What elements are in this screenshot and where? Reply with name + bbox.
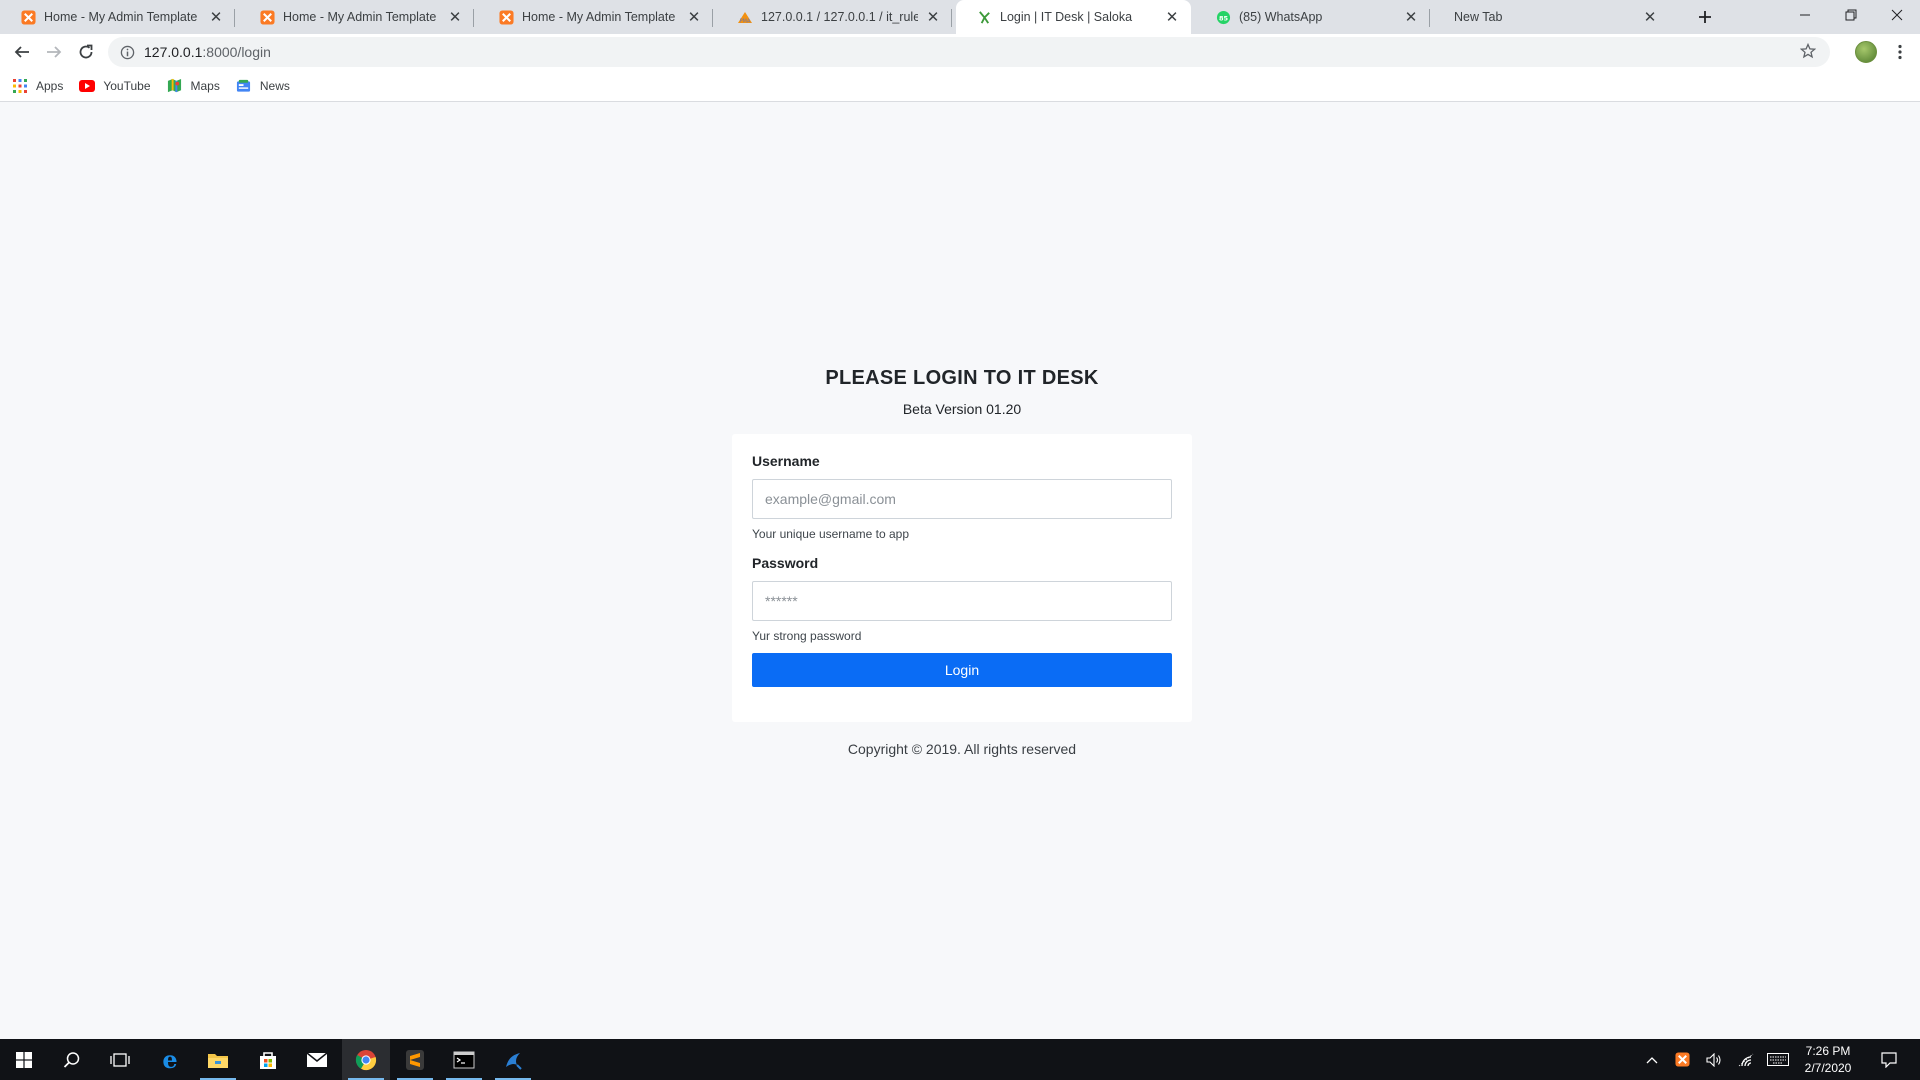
tab-title: Home - My Admin Template — [44, 10, 198, 24]
windows-start-icon[interactable] — [0, 1039, 48, 1080]
browser-tab-active[interactable]: Login | IT Desk | Saloka ✕ — [956, 0, 1191, 34]
browser-tab[interactable]: Home - My Admin Template ✕ — [478, 0, 713, 34]
back-arrow-icon — [14, 46, 29, 58]
tab-title: New Tab — [1454, 10, 1503, 24]
browser-tab-strip: Home - My Admin Template ✕ Home - My Adm… — [0, 0, 1920, 34]
task-view-icon[interactable] — [96, 1039, 144, 1080]
close-icon[interactable]: ✕ — [446, 8, 464, 26]
svg-text:e: e — [162, 1049, 177, 1071]
edge-icon[interactable]: e — [146, 1039, 194, 1080]
tab-title: 127.0.0.1 / 127.0.0.1 / it_rule / use — [761, 10, 918, 24]
wifi-icon[interactable] — [1734, 1039, 1758, 1080]
notifications-icon[interactable] — [1872, 1039, 1906, 1080]
username-label: Username — [752, 453, 820, 469]
xampp-icon — [20, 9, 36, 25]
mail-icon[interactable] — [293, 1039, 341, 1080]
svg-text:85: 85 — [1218, 14, 1228, 22]
bookmark-label: YouTube — [103, 78, 151, 93]
close-icon[interactable]: ✕ — [1163, 8, 1181, 26]
username-help-text: Your unique username to app — [752, 527, 910, 541]
bookmark-apps[interactable]: Apps — [12, 74, 63, 98]
password-label: Password — [752, 555, 819, 571]
browser-tab[interactable]: 85 (85) WhatsApp ✕ — [1195, 0, 1430, 34]
browser-tab[interactable]: Home - My Admin Template ✕ — [0, 0, 235, 34]
keyboard-icon[interactable] — [1764, 1039, 1792, 1080]
bookmark-maps[interactable]: Maps — [167, 74, 220, 98]
browser-toolbar: 127.0.0.1:8000/login — [0, 34, 1920, 70]
address-bar[interactable]: 127.0.0.1:8000/login — [108, 37, 1830, 67]
login-button[interactable]: Login — [752, 653, 1172, 687]
bookmarks-bar: Apps YouTube Maps News — [0, 70, 1920, 102]
bookmark-label: Maps — [190, 78, 220, 93]
close-icon[interactable]: ✕ — [207, 8, 225, 26]
url-host: 127.0.0.1 — [144, 44, 203, 60]
close-icon[interactable]: ✕ — [685, 8, 703, 26]
phpmyadmin-icon: PMA — [737, 9, 753, 25]
browser-tab[interactable]: New Tab ✕ — [1434, 0, 1669, 34]
url-path: :8000/login — [202, 44, 271, 60]
menu-kebab-icon[interactable] — [1888, 40, 1912, 64]
volume-icon[interactable] — [1702, 1039, 1726, 1080]
bookmark-label: Apps — [36, 78, 64, 93]
store-icon[interactable] — [244, 1039, 292, 1080]
close-icon[interactable]: ✕ — [924, 8, 942, 26]
taskbar-clock[interactable]: 7:26 PM 2/7/2020 — [1790, 1043, 1866, 1077]
terminal-icon[interactable] — [440, 1039, 488, 1080]
tray-overflow-icon[interactable] — [1640, 1039, 1664, 1080]
window-close-icon[interactable] — [1874, 0, 1920, 30]
password-help-text: Yur strong password — [752, 629, 862, 643]
username-input[interactable] — [752, 479, 1172, 519]
reload-button[interactable] — [72, 38, 100, 66]
browser-tab[interactable]: PMA 127.0.0.1 / 127.0.0.1 / it_rule / us… — [717, 0, 952, 34]
news-icon — [236, 78, 252, 94]
tab-title: (85) WhatsApp — [1239, 10, 1323, 24]
xampp-tray-icon[interactable] — [1670, 1039, 1694, 1080]
whatsapp-icon: 85 — [1215, 9, 1231, 25]
forward-button[interactable] — [40, 38, 68, 66]
youtube-icon — [79, 78, 96, 94]
file-explorer-icon[interactable] — [194, 1039, 242, 1080]
xampp-icon — [259, 9, 275, 25]
svg-text:PMA: PMA — [740, 19, 751, 25]
back-button[interactable] — [8, 38, 36, 66]
apps-grid-icon — [12, 78, 28, 94]
mysql-workbench-icon[interactable] — [489, 1039, 537, 1080]
profile-avatar[interactable] — [1855, 41, 1877, 63]
reload-icon — [79, 44, 93, 59]
version-subtitle: Beta Version 01.20 — [902, 401, 1022, 417]
sublime-text-icon[interactable] — [391, 1039, 439, 1080]
close-icon[interactable]: ✕ — [1641, 8, 1659, 26]
clock-date: 2/7/2020 — [1804, 1061, 1852, 1075]
windows-taskbar: e 7:26 PM 2/7/2020 — [0, 1039, 1920, 1080]
copyright-footer: Copyright © 2019. All rights reserved — [847, 741, 1077, 757]
tab-title: Home - My Admin Template — [522, 10, 676, 24]
close-icon[interactable]: ✕ — [1402, 8, 1420, 26]
page-title: PLEASE LOGIN TO IT DESK — [825, 367, 1099, 389]
bookmark-star-icon[interactable] — [1799, 42, 1817, 62]
login-form-card: Username Your unique username to app Pas… — [732, 434, 1192, 722]
password-input[interactable] — [752, 581, 1172, 621]
it-desk-icon — [976, 9, 992, 25]
bookmark-youtube[interactable]: YouTube — [79, 74, 151, 98]
chrome-icon[interactable] — [342, 1039, 390, 1080]
forward-arrow-icon — [47, 46, 62, 58]
maps-icon — [167, 78, 183, 94]
search-icon[interactable] — [48, 1039, 96, 1080]
restore-icon[interactable] — [1828, 0, 1874, 30]
bookmark-news[interactable]: News — [236, 74, 290, 98]
clock-time: 7:26 PM — [1805, 1044, 1851, 1058]
xampp-icon — [498, 9, 514, 25]
info-icon[interactable] — [118, 43, 136, 61]
minimize-icon[interactable] — [1782, 0, 1828, 30]
bookmark-label: News — [259, 78, 290, 93]
browser-tab[interactable]: Home - My Admin Template ✕ — [239, 0, 474, 34]
new-tab-button[interactable] — [1692, 4, 1718, 30]
tab-title: Home - My Admin Template — [283, 10, 437, 24]
login-page: PLEASE LOGIN TO IT DESK Beta Version 01.… — [0, 103, 1920, 1039]
tab-title: Login | IT Desk | Saloka — [1000, 10, 1133, 24]
